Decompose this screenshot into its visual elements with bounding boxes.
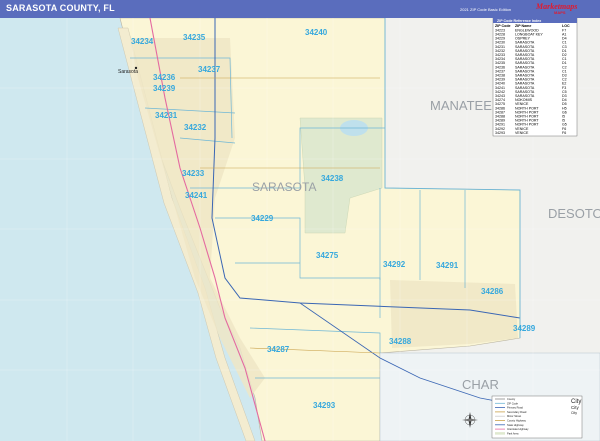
table-cell-zip: 34293 [495,131,505,135]
zip-label: 34291 [436,261,459,270]
legend-label: Park Area [507,431,519,435]
legend-label: State Highway [507,423,524,427]
map-title: SARASOTA COUNTY, FL [6,3,115,13]
zip-label: 34235 [183,33,206,42]
legend-city-size: City [571,405,579,410]
zip-label: 34288 [389,337,412,346]
legend-city-size: City [571,411,577,415]
zip-label: 34229 [251,214,274,223]
county-label-manatee: MANATEE [430,98,492,113]
county-label-sarasota: SARASOTA [252,180,316,194]
zip-label: 34233 [182,169,205,178]
zip-label: 34231 [155,111,178,120]
zip-label: 34293 [313,401,336,410]
table-col-zip: ZIP Code [495,24,511,28]
table-cell-loc: F6 [562,131,566,135]
zip-label: 34292 [383,260,406,269]
legend-label: Primary Road [507,406,523,410]
zip-label: 34239 [153,84,176,93]
zip-label: 34241 [185,191,208,200]
publisher-logo: Marketmaps MAPS [530,2,588,16]
zip-label: 34275 [316,251,339,260]
table-col-loc: LOC [562,24,570,28]
map-edition: 2021 ZIP Code Basic Edition [460,7,512,12]
map-legend: CountyZIP CodePrimary RoadSecondary Road… [491,395,583,439]
logo-sub: MAPS [554,10,566,15]
zip-label: 34236 [153,73,176,82]
legend-label: County [507,397,516,401]
legend-label: ZIP Code [507,401,518,405]
zip-label: 34237 [198,65,221,74]
legend-box [491,395,583,439]
legend-label: County Highway [507,419,527,423]
title-bar: SARASOTA COUNTY, FL 2021 ZIP Code Basic … [0,0,600,18]
zip-label: 34286 [481,287,504,296]
table-col-name: ZIP Name [515,24,531,28]
legend-label: Secondary Road [507,410,527,414]
table-cell-name: VENICE [515,131,529,135]
zip-label: 34240 [305,28,328,37]
map-frame: SARASOTA COUNTY, FL 2021 ZIP Code Basic … [0,0,600,441]
zip-label: 34287 [267,345,290,354]
table-title: ZIP Code Reference Index [497,19,541,23]
county-label-charlotte: CHAR [462,377,499,392]
zip-label: 34238 [321,174,344,183]
legend-label: Interstate Highway [507,427,529,431]
zip-label: 34289 [513,324,536,333]
map-canvas: MANATEE SARASOTA DESOTO CHAR Sarasota 34… [0,18,600,441]
city-label-sarasota: Sarasota [118,69,138,75]
zip-label: 34232 [184,123,207,132]
zip-reference-table: ZIP Code Reference Index ZIP Code ZIP Na… [492,18,578,137]
legend-label: Minor Street [507,414,521,418]
county-label-desoto: DESOTO [548,206,600,221]
